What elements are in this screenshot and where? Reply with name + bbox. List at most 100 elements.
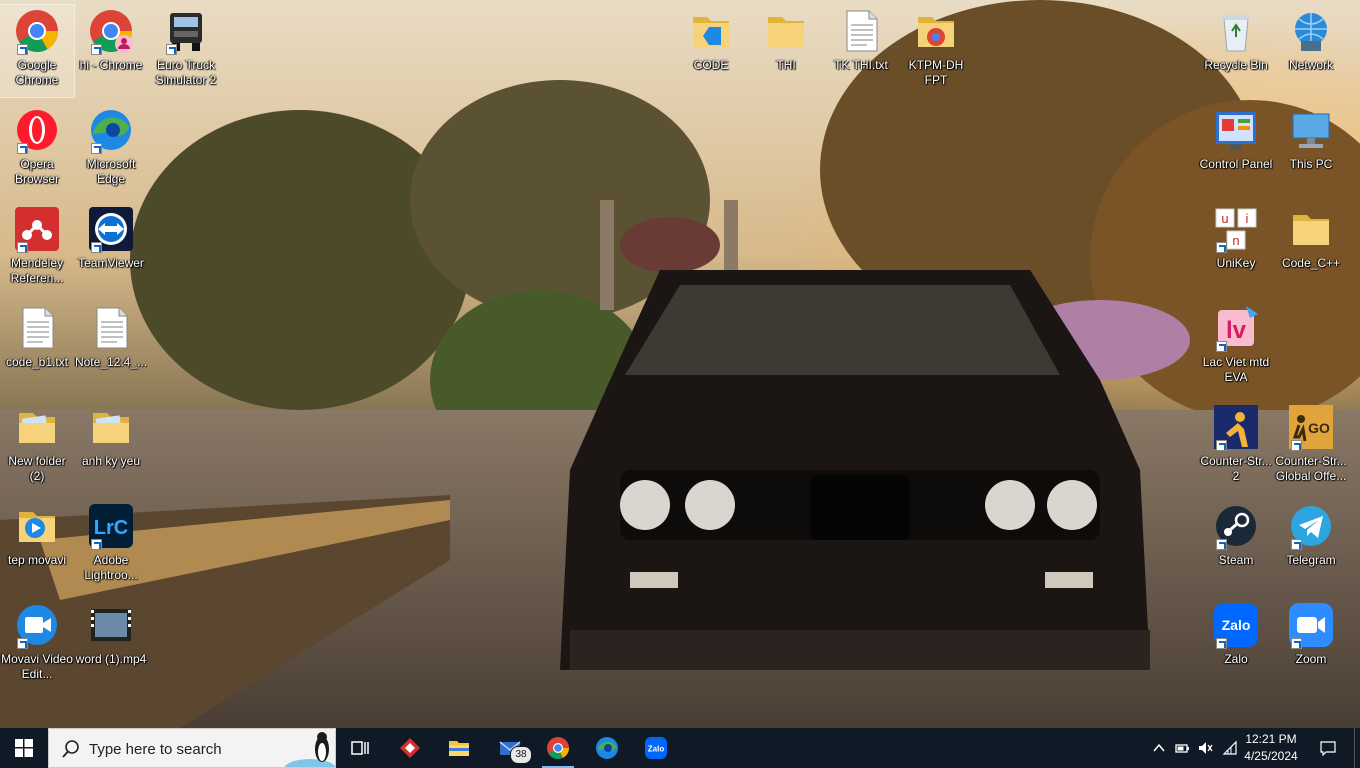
svg-text:Zalo: Zalo xyxy=(1222,617,1251,633)
search-placeholder: Type here to search xyxy=(89,741,222,758)
taskbar-clock[interactable]: 12:21 PM 4/25/2024 xyxy=(1240,731,1302,765)
desktop-icon-movavi-video-edit[interactable]: Movavi Video Edit... xyxy=(0,599,74,691)
desktop-icon-mendeley-referen[interactable]: Mendeley Referen... xyxy=(0,203,74,295)
desktop-icon-label: TK THI.txt xyxy=(834,58,888,72)
desktop-icon-thi[interactable]: THI xyxy=(749,5,823,97)
desktop-icon-label: UniKey xyxy=(1216,256,1256,270)
counter-strike-icon xyxy=(1212,403,1260,451)
desktop-icon-anh-ky-yeu[interactable]: anh ky yeu xyxy=(74,401,148,493)
desktop-icon-euro-truck-simulator-2[interactable]: Euro Truck Simulator 2 xyxy=(149,5,223,97)
chrome-profile-icon xyxy=(87,7,135,55)
folder-icon xyxy=(762,7,810,55)
desktop-icon-note-12-4[interactable]: Note_12.4_... xyxy=(74,302,148,394)
taskbar-app-red[interactable] xyxy=(386,728,434,768)
network-icon xyxy=(1287,7,1335,55)
desktop-icon-lac-viet-mtd-eva[interactable]: lv Lac Viet mtd EVA xyxy=(1199,302,1273,394)
taskbar-zalo[interactable]: Zalo xyxy=(632,728,680,768)
shortcut-arrow-icon xyxy=(1291,440,1302,451)
desktop-icon-counter-str-global-offe[interactable]: GO Counter-Str... Global Offe... xyxy=(1274,401,1348,493)
desktop-icon-control-panel[interactable]: Control Panel xyxy=(1199,104,1273,196)
desktop-icon-label: tep movavi xyxy=(7,553,67,567)
battery-icon xyxy=(1175,744,1189,753)
notification-icon xyxy=(1320,741,1336,756)
desktop-icon-hi-chrome[interactable]: hi - Chrome xyxy=(74,5,148,97)
desktop-icon-network[interactable]: Network xyxy=(1274,5,1348,97)
desktop-icon-unikey[interactable]: u i n UniKey xyxy=(1199,203,1273,295)
svg-text:Zalo: Zalo xyxy=(648,745,665,754)
desktop-icon-label: Counter-Str... 2 xyxy=(1200,454,1272,483)
desktop-icon-microsoft-edge[interactable]: Microsoft Edge xyxy=(74,104,148,196)
text-file-icon xyxy=(13,304,61,352)
desktop-icon-adobe-lightroo[interactable]: LrC Adobe Lightroo... xyxy=(74,500,148,592)
desktop-icon-label: anh ky yeu xyxy=(81,454,141,468)
show-desktop-button[interactable] xyxy=(1354,728,1360,768)
control-panel-icon xyxy=(1212,106,1260,154)
shortcut-arrow-icon xyxy=(1216,539,1227,550)
desktop-icon-label: Note_12.4_... xyxy=(74,355,148,369)
tray-battery[interactable] xyxy=(1174,740,1190,756)
taskbar-file-explorer[interactable] xyxy=(435,728,483,768)
shortcut-arrow-icon xyxy=(166,44,177,55)
task-view-button[interactable] xyxy=(336,728,384,768)
desktop-icon-new-folder-2[interactable]: New folder (2) xyxy=(0,401,74,493)
desktop-icon-google-chrome[interactable]: Google Chrome xyxy=(0,4,75,98)
app-red-icon xyxy=(400,738,420,758)
desktop-icon-label: Counter-Str... Global Offe... xyxy=(1275,454,1347,483)
desktop-icon-zalo[interactable]: Zalo Zalo xyxy=(1199,599,1273,691)
taskbar-edge[interactable] xyxy=(583,728,631,768)
desktop-icon-label: KTPM-DH FPT xyxy=(908,58,964,87)
taskbar: Type here to search 38 Zalo 12:21 PM 4/2… xyxy=(0,728,1360,768)
desktop-icon-teamviewer[interactable]: TeamViewer xyxy=(74,203,148,295)
desktop-icon-label: Opera Browser xyxy=(14,157,59,186)
show-hidden-icons-button[interactable] xyxy=(1151,740,1167,756)
text-file-icon xyxy=(837,7,885,55)
csgo-icon: GO xyxy=(1287,403,1335,451)
desktop-icon-label: Code_C++ xyxy=(1281,256,1341,270)
desktop-icon-label: Zoom xyxy=(1295,652,1327,666)
shortcut-arrow-icon xyxy=(1216,242,1227,253)
desktop-icon-counter-str-2[interactable]: Counter-Str... 2 xyxy=(1199,401,1273,493)
desktop-icon-opera-browser[interactable]: Opera Browser xyxy=(0,104,74,196)
desktop-icon-label: Movavi Video Edit... xyxy=(1,652,73,681)
desktop-icon-label: New folder (2) xyxy=(8,454,66,483)
taskbar-search-box[interactable]: Type here to search xyxy=(48,728,336,768)
telegram-icon xyxy=(1287,502,1335,550)
desktop-icon-zoom[interactable]: Zoom xyxy=(1274,599,1348,691)
truck-icon xyxy=(162,7,210,55)
taskbar-mail[interactable]: 38 xyxy=(486,728,534,768)
shortcut-arrow-icon xyxy=(1291,539,1302,550)
desktop-wallpaper xyxy=(0,0,1360,728)
action-center-button[interactable] xyxy=(1320,740,1336,756)
tray-network[interactable] xyxy=(1222,740,1238,756)
desktop-icon-tk-thi-txt[interactable]: TK THI.txt xyxy=(824,5,898,97)
desktop-icon-label: TeamViewer xyxy=(78,256,144,270)
lightroom-icon: LrC xyxy=(87,502,135,550)
recycle-bin-icon xyxy=(1212,7,1260,55)
desktop-icon-recycle-bin[interactable]: Recycle Bin xyxy=(1199,5,1273,97)
edge-icon xyxy=(87,106,135,154)
mendeley-icon xyxy=(13,205,61,253)
svg-text:GO: GO xyxy=(1308,420,1330,436)
desktop-icon-code[interactable]: CODE xyxy=(674,5,748,97)
desktop-icon-tep-movavi[interactable]: tep movavi xyxy=(0,500,74,592)
desktop-icon-label: Recycle Bin xyxy=(1204,58,1268,72)
volume-muted-icon xyxy=(1199,742,1213,754)
desktop-icon-steam[interactable]: Steam xyxy=(1199,500,1273,592)
start-button[interactable] xyxy=(0,728,48,768)
taskbar-chrome[interactable] xyxy=(534,728,582,768)
shortcut-arrow-icon xyxy=(91,242,102,253)
desktop-icon-code-b1-txt[interactable]: code_b1.txt xyxy=(0,302,74,394)
search-icon xyxy=(62,740,79,758)
desktop-icon-label: Zalo xyxy=(1224,652,1248,666)
desktop-icon-word-1-mp4[interactable]: word (1).mp4 xyxy=(74,599,148,691)
file-explorer-icon xyxy=(449,741,469,756)
svg-text:u: u xyxy=(1221,211,1228,226)
desktop-icon-code-c[interactable]: Code_C++ xyxy=(1274,203,1348,295)
clock-date: 4/25/2024 xyxy=(1244,749,1298,763)
task-view-icon xyxy=(351,741,369,755)
desktop-icon-ktpm-dh-fpt[interactable]: KTPM-DH FPT xyxy=(899,5,973,97)
desktop-icon-this-pc[interactable]: This PC xyxy=(1274,104,1348,196)
tray-volume[interactable] xyxy=(1197,740,1213,756)
desktop-icon-label: Mendeley Referen... xyxy=(10,256,64,285)
desktop-icon-telegram[interactable]: Telegram xyxy=(1274,500,1348,592)
